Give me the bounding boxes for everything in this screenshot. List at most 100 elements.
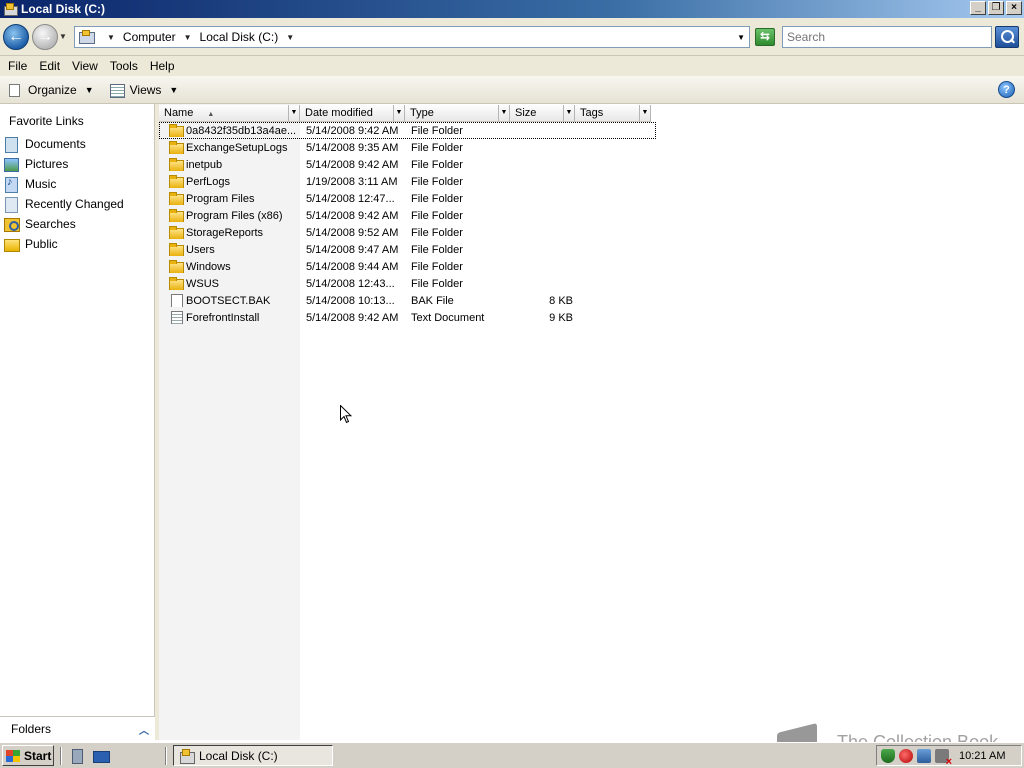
column-header-size[interactable]: Size ▼ xyxy=(510,105,575,122)
file-row[interactable]: Program Files 5/14/2008 12:47... File Fold… xyxy=(159,190,656,207)
fav-public[interactable]: Public xyxy=(0,234,155,254)
file-name-cell: StorageReports xyxy=(159,226,300,239)
history-dropdown-icon[interactable]: ▼ xyxy=(59,32,67,41)
server-manager-icon[interactable] xyxy=(70,748,86,764)
column-type-label: Type xyxy=(410,107,434,119)
file-row[interactable]: Windows 5/14/2008 9:44 AM File Folder xyxy=(159,258,656,275)
column-header-tags[interactable]: Tags ▼ xyxy=(575,105,651,122)
security-shield-icon[interactable] xyxy=(881,748,895,763)
file-date: 5/14/2008 9:42 AM xyxy=(306,158,399,171)
fav-recently-changed[interactable]: Recently Changed xyxy=(0,194,155,214)
file-icon xyxy=(169,294,183,307)
help-icon[interactable]: ? xyxy=(998,81,1015,98)
menu-edit[interactable]: Edit xyxy=(33,59,66,73)
file-row[interactable]: WSUS 5/14/2008 12:43... File Folder xyxy=(159,275,656,292)
address-dropdown-icon[interactable]: ▼ xyxy=(737,33,745,42)
breadcrumb-chevron-icon[interactable]: ▼ xyxy=(184,33,192,42)
file-type: File Folder xyxy=(411,277,463,290)
close-button[interactable]: × xyxy=(1006,1,1022,15)
column-header-date[interactable]: Date modified ▼ xyxy=(300,105,405,122)
menu-tools[interactable]: Tools xyxy=(104,59,144,73)
back-button[interactable]: ← xyxy=(3,24,29,50)
file-name-cell: inetpub xyxy=(159,158,300,171)
column-filter-dropdown-icon[interactable]: ▼ xyxy=(393,105,404,121)
window-icon xyxy=(3,2,18,16)
command-bar: Organize ▼ Views ▼ ? xyxy=(0,76,1024,104)
folders-toggle[interactable]: Folders ︿ xyxy=(0,716,155,740)
file-row[interactable]: BOOTSECT.BAK 5/14/2008 10:13... BAK File 8 … xyxy=(159,292,656,309)
chevron-up-icon: ︿ xyxy=(139,726,149,737)
column-filter-dropdown-icon[interactable]: ▼ xyxy=(498,105,509,121)
column-header-name[interactable]: Name ▲ ▼ xyxy=(159,105,300,122)
breadcrumb-computer[interactable]: Computer xyxy=(121,30,178,44)
network-icon[interactable] xyxy=(917,748,931,763)
file-row[interactable]: Program Files (x86) 5/14/2008 9:42 AM File… xyxy=(159,207,656,224)
file-type: File Folder xyxy=(411,243,463,256)
file-name: PerfLogs xyxy=(186,175,231,188)
show-desktop-icon[interactable] xyxy=(93,748,110,764)
breadcrumb-local-disk[interactable]: Local Disk (C:) xyxy=(198,30,281,44)
column-header-type[interactable]: Type ▼ xyxy=(405,105,510,122)
search-input[interactable] xyxy=(782,26,992,48)
recently-changed-icon xyxy=(3,196,19,213)
column-filter-dropdown-icon[interactable]: ▼ xyxy=(288,105,299,121)
searches-icon xyxy=(3,216,20,232)
file-name-cell: Program Files (x86) xyxy=(159,209,300,222)
system-tray: 10:21 AM xyxy=(876,745,1022,768)
file-row[interactable]: 0a8432f35db13a4ae... 5/14/2008 9:42 AM Fil… xyxy=(159,122,656,139)
views-dropdown-icon: ▼ xyxy=(169,84,179,95)
breadcrumb-chevron-icon[interactable]: ▼ xyxy=(107,33,115,42)
minimize-button[interactable]: _ xyxy=(970,1,986,15)
menu-view[interactable]: View xyxy=(66,59,104,73)
back-arrow-icon: ← xyxy=(8,28,24,45)
views-icon xyxy=(109,83,125,98)
file-name-cell: BOOTSECT.BAK xyxy=(159,294,300,307)
refresh-button[interactable]: ⇆ xyxy=(755,28,775,46)
breadcrumb-chevron-icon[interactable]: ▼ xyxy=(286,33,294,42)
file-row[interactable]: Users 5/14/2008 9:47 AM File Folder xyxy=(159,241,656,258)
file-name: ExchangeSetupLogs xyxy=(186,141,288,154)
start-label: Start xyxy=(24,748,52,763)
start-button[interactable]: Start xyxy=(2,745,54,766)
menu-file[interactable]: File xyxy=(2,59,33,73)
fav-music[interactable]: Music xyxy=(0,174,155,194)
folder-icon xyxy=(169,243,184,256)
file-name: Windows xyxy=(186,260,231,273)
file-list: Name ▲ ▼ Date modified ▼ Type ▼ Size ▼ Ta… xyxy=(159,104,1024,740)
taskbar-item-label: Local Disk (C:) xyxy=(199,748,278,763)
file-name: inetpub xyxy=(186,158,223,171)
volume-muted-icon[interactable] xyxy=(935,748,952,768)
file-type: File Folder xyxy=(411,209,463,222)
address-bar[interactable]: ▼ Computer ▼ Local Disk (C:) ▼ ▼ xyxy=(74,26,750,48)
file-row[interactable]: StorageReports 5/14/2008 9:52 AM File Fold… xyxy=(159,224,656,241)
column-filter-dropdown-icon[interactable]: ▼ xyxy=(639,105,650,121)
fav-documents[interactable]: Documents xyxy=(0,134,155,154)
file-name: Program Files (x86) xyxy=(186,209,283,222)
clock[interactable]: 10:21 AM xyxy=(959,750,1005,762)
fav-pictures[interactable]: Pictures xyxy=(0,154,155,174)
folder-icon xyxy=(169,124,184,137)
file-row[interactable]: inetpub 5/14/2008 9:42 AM File Folder xyxy=(159,156,656,173)
organize-dropdown-icon: ▼ xyxy=(84,84,94,95)
folder-icon xyxy=(169,209,184,222)
taskbar-item-local-disk[interactable]: Local Disk (C:) xyxy=(173,745,333,766)
title-bar[interactable]: Local Disk (C:) _ ❐ × xyxy=(0,0,1024,18)
file-type: Text Document xyxy=(411,311,485,324)
file-type: File Folder xyxy=(411,192,463,205)
file-row[interactable]: ForefrontInstall 5/14/2008 9:42 AM Text Do… xyxy=(159,309,656,326)
search-button[interactable] xyxy=(995,26,1019,48)
views-button[interactable]: Views ▼ xyxy=(109,83,179,98)
forward-button[interactable]: → xyxy=(32,24,58,50)
folder-icon xyxy=(169,175,184,188)
file-row[interactable]: ExchangeSetupLogs 5/14/2008 9:35 AM File F… xyxy=(159,139,656,156)
file-date: 5/14/2008 9:42 AM xyxy=(306,124,399,137)
organize-label: Organize xyxy=(28,82,77,97)
restore-button[interactable]: ❐ xyxy=(988,1,1004,15)
fav-searches[interactable]: Searches xyxy=(0,214,155,234)
alert-icon[interactable] xyxy=(899,748,913,763)
column-filter-dropdown-icon[interactable]: ▼ xyxy=(563,105,574,121)
folder-icon xyxy=(169,158,184,171)
menu-help[interactable]: Help xyxy=(144,59,181,73)
file-row[interactable]: PerfLogs 1/19/2008 3:11 AM File Folder xyxy=(159,173,656,190)
organize-button[interactable]: Organize ▼ xyxy=(8,83,94,97)
